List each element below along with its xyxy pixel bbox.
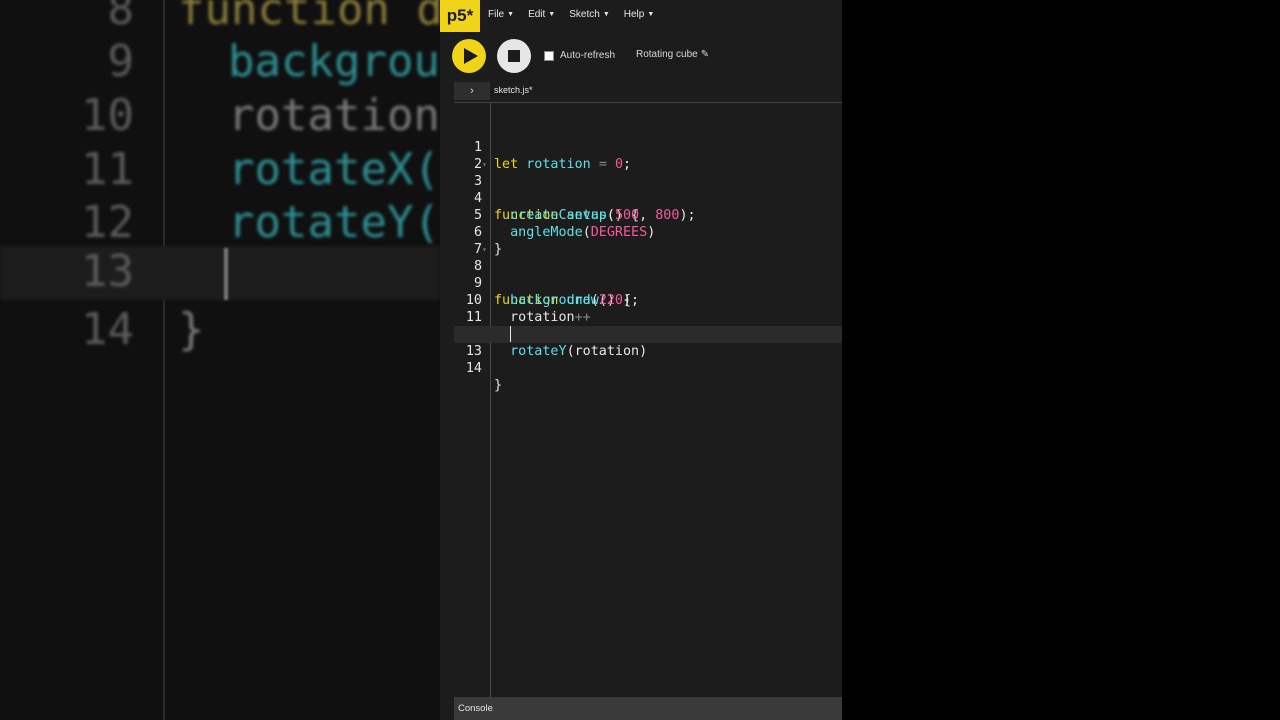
right-black-bar xyxy=(842,0,1280,720)
top-nav: p5* File ▼ Edit ▼ Sketch ▼ Help ▼ xyxy=(440,0,842,33)
background-code-line: 8 function dr xyxy=(0,0,441,38)
play-button[interactable] xyxy=(452,39,486,73)
background-line-number: 9 xyxy=(107,36,135,87)
line-code: } xyxy=(494,378,503,393)
caret-down-icon: ▼ xyxy=(602,11,610,18)
background-line-number: 14 xyxy=(81,304,134,355)
code-line[interactable]: 2 xyxy=(454,139,842,172)
background-code-line: 9 backgrou xyxy=(0,36,440,90)
background-code-line: 14 } xyxy=(0,304,440,358)
stop-icon xyxy=(508,50,520,62)
menu-label: Edit xyxy=(528,9,546,20)
background-line-number: 8 xyxy=(107,0,135,35)
code-line[interactable]: 14 } xyxy=(454,343,842,393)
logo-text: p5* xyxy=(446,6,474,25)
toolbar: Auto-refresh Rotating cube ✎ xyxy=(440,32,842,78)
p5-editor-window: p5* File ▼ Edit ▼ Sketch ▼ Help ▼ Auto-r… xyxy=(440,0,842,720)
background-line-number: 13 xyxy=(81,246,134,297)
code-line-active[interactable]: 13 xyxy=(454,326,842,359)
file-tab-bar: › sketch.js* xyxy=(454,80,842,103)
code-line[interactable]: 5 angleMode(DEGREES) xyxy=(454,190,842,240)
background-line-code: rotateX( xyxy=(228,144,440,195)
background-line-code: function dr xyxy=(178,0,440,35)
caret-down-icon: ▼ xyxy=(507,11,515,18)
menu-help[interactable]: Help ▼ xyxy=(624,9,655,20)
menu-sketch[interactable]: Sketch ▼ xyxy=(569,9,610,20)
background-line-code: backgrou xyxy=(228,36,440,87)
background-line-code: } xyxy=(178,304,205,355)
fold-arrow-icon[interactable]: ▾ xyxy=(482,241,487,258)
background-line-number: 12 xyxy=(81,197,134,248)
code-line[interactable]: 6 } xyxy=(454,207,842,257)
stop-button[interactable] xyxy=(497,39,531,73)
menu-edit[interactable]: Edit ▼ xyxy=(528,9,555,20)
background-code-line: 12 rotateY( xyxy=(0,197,440,251)
code-line[interactable]: 7 xyxy=(454,224,842,257)
background-line-number: 10 xyxy=(81,90,134,141)
text-cursor xyxy=(510,326,511,342)
code-line[interactable]: 11 rotateX(rotation) xyxy=(454,292,842,342)
fold-arrow-icon[interactable]: ▾ xyxy=(482,156,487,173)
auto-refresh-toggle[interactable]: Auto-refresh xyxy=(544,50,615,61)
code-line[interactable]: 8 ▾ function draw() { xyxy=(454,241,842,308)
menu-file[interactable]: File ▼ xyxy=(488,9,514,20)
file-tab-sketch-js[interactable]: sketch.js* xyxy=(494,85,533,95)
background-zoom: 8 function dr 9 backgrou 10 rotation 11 … xyxy=(0,0,440,720)
menu-label: Help xyxy=(623,9,645,20)
background-code-line: 11 rotateX( xyxy=(0,144,440,198)
menu-bar: File ▼ Edit ▼ Sketch ▼ Help ▼ xyxy=(488,9,654,20)
auto-refresh-checkbox[interactable] xyxy=(544,50,554,61)
background-line-code: rotation xyxy=(228,90,440,141)
background-cursor xyxy=(224,248,228,300)
chevron-right-icon: › xyxy=(470,85,474,97)
menu-label: File xyxy=(488,9,505,20)
code-line[interactable]: 3 ▾ function setup() { xyxy=(454,156,842,223)
background-line-number: 11 xyxy=(81,144,134,195)
sketch-name[interactable]: Rotating cube ✎ xyxy=(636,49,709,60)
sketch-name-text: Rotating cube xyxy=(636,49,698,60)
play-icon xyxy=(463,48,478,64)
line-number: 14 xyxy=(465,361,482,376)
pencil-icon[interactable]: ✎ xyxy=(701,49,709,60)
caret-down-icon: ▼ xyxy=(548,11,556,18)
menu-label: Sketch xyxy=(569,9,600,20)
console-panel[interactable]: Console xyxy=(454,697,842,720)
code-line[interactable]: 9 background(220); xyxy=(454,258,842,308)
background-line-code: rotateY( xyxy=(228,197,440,248)
code-editor[interactable]: 1 let rotation = 0; 2 3 ▾ function setup… xyxy=(454,103,842,697)
console-label: Console xyxy=(458,703,493,714)
caret-down-icon: ▼ xyxy=(647,11,655,18)
background-code-line: 10 rotation xyxy=(0,90,440,144)
code-line[interactable]: 1 let rotation = 0; xyxy=(454,122,842,172)
code-line[interactable]: 10 rotation++ xyxy=(454,275,842,325)
sidebar-toggle-button[interactable]: › xyxy=(454,82,490,100)
background-code-line-active: 13 xyxy=(0,246,440,300)
auto-refresh-label: Auto-refresh xyxy=(560,50,616,61)
p5-logo[interactable]: p5* xyxy=(440,0,480,32)
code-line[interactable]: 4 createCanvas(500, 800); xyxy=(454,173,842,223)
code-line[interactable]: 12 rotateY(rotation) xyxy=(454,309,842,359)
